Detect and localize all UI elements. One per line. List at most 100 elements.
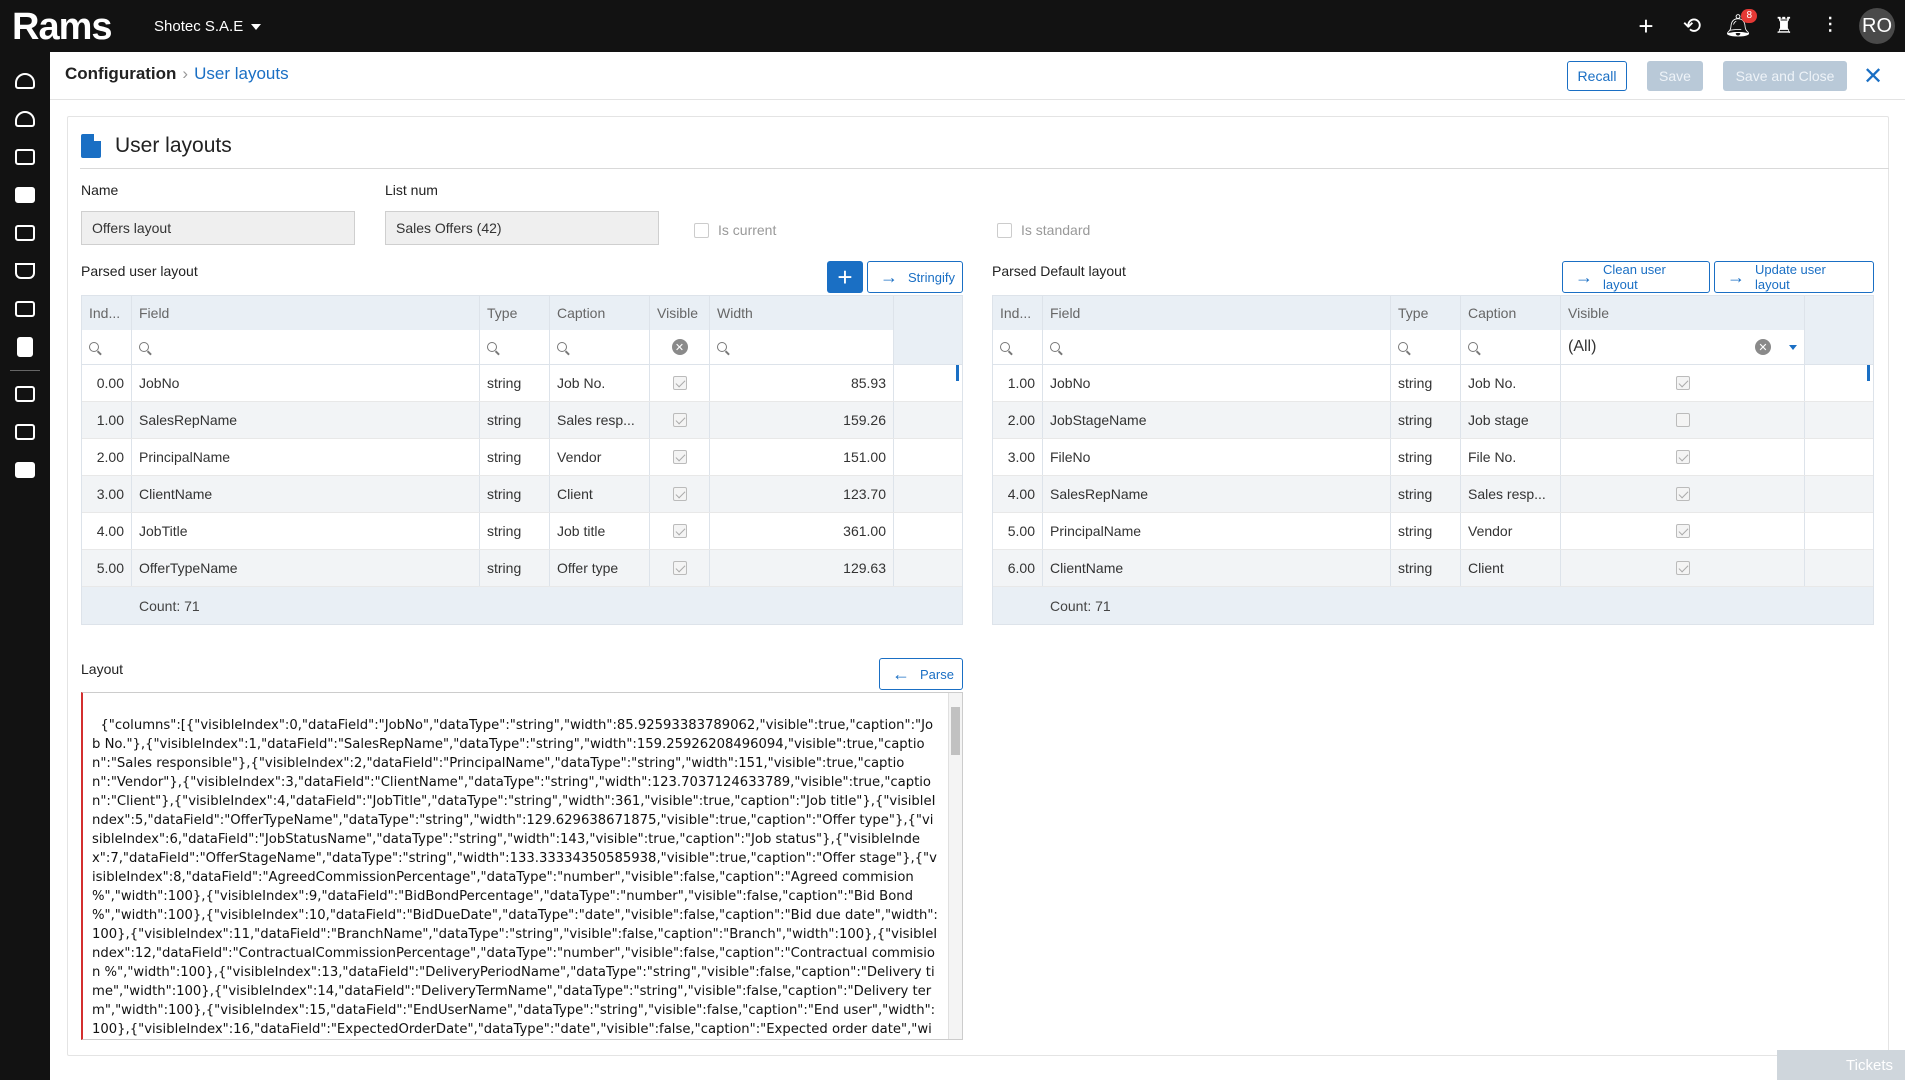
cell-width[interactable]: 361.00 <box>710 513 894 549</box>
cell-width[interactable]: 123.70 <box>710 476 894 512</box>
cell-field[interactable]: PrincipalName <box>1043 513 1391 549</box>
scroll-indicator[interactable] <box>1867 365 1870 381</box>
column-header-caption[interactable]: Caption <box>550 296 650 330</box>
cell-field[interactable]: ClientName <box>132 476 480 512</box>
visible-checkbox[interactable] <box>672 413 687 427</box>
cell-caption[interactable]: File No. <box>1461 439 1561 475</box>
column-header-visible[interactable]: Visible <box>1561 296 1805 330</box>
table-row[interactable]: 5.00 OfferTypeName string Offer type 129.63 <box>82 550 962 587</box>
cell-index[interactable]: 4.00 <box>82 513 132 549</box>
invoice-icon[interactable] <box>0 328 50 366</box>
parse-button[interactable]: ← Parse <box>879 658 963 690</box>
copy-icon[interactable] <box>0 290 50 328</box>
add-icon[interactable]: + <box>1623 0 1669 52</box>
filter-field[interactable] <box>132 330 480 364</box>
visible-checkbox[interactable] <box>672 450 687 464</box>
table-row[interactable]: 6.00 ClientName string Client <box>993 550 1873 587</box>
column-header-index[interactable]: Ind... <box>82 296 132 330</box>
cell-width[interactable]: 151.00 <box>710 439 894 475</box>
cell-index[interactable]: 2.00 <box>82 439 132 475</box>
is-standard-checkbox[interactable] <box>997 222 1012 238</box>
cell-field[interactable]: PrincipalName <box>132 439 480 475</box>
table-row[interactable]: 5.00 PrincipalName string Vendor <box>993 513 1873 550</box>
layers-icon[interactable] <box>0 214 50 252</box>
name-field[interactable]: Offers layout <box>81 211 355 245</box>
cell-field[interactable]: OfferTypeName <box>132 550 480 586</box>
filter-caption[interactable] <box>550 330 650 364</box>
cell-caption[interactable]: Vendor <box>550 439 650 475</box>
cell-type[interactable]: string <box>1391 476 1461 512</box>
clear-filter-icon[interactable]: ✕ <box>1755 339 1771 355</box>
filter-visible[interactable]: ✕ <box>650 330 710 364</box>
settings-sliders-icon[interactable]: ⫶ <box>1807 0 1853 52</box>
cell-type[interactable]: string <box>480 402 550 438</box>
cell-field[interactable]: FileNo <box>1043 439 1391 475</box>
update-user-layout-button[interactable]: → Update user layout <box>1714 261 1874 293</box>
visible-checkbox[interactable] <box>1675 413 1690 427</box>
cell-index[interactable]: 5.00 <box>993 513 1043 549</box>
scroll-indicator[interactable] <box>956 365 959 381</box>
cell-field[interactable]: SalesRepName <box>1043 476 1391 512</box>
filter-type[interactable] <box>1391 330 1461 364</box>
table-row[interactable]: 3.00 FileNo string File No. <box>993 439 1873 476</box>
add-row-button[interactable]: + <box>827 261 863 293</box>
filter-width[interactable] <box>710 330 894 364</box>
gauge-icon[interactable] <box>0 100 50 138</box>
filter-field[interactable] <box>1043 330 1391 364</box>
stringify-button[interactable]: → Stringify <box>867 261 963 293</box>
visible-checkbox[interactable] <box>1675 450 1690 464</box>
save-button[interactable]: Save <box>1647 61 1703 91</box>
cell-index[interactable]: 1.00 <box>82 402 132 438</box>
clear-filter-icon[interactable]: ✕ <box>671 339 688 355</box>
tickets-button[interactable]: Tickets <box>1777 1050 1905 1080</box>
cell-caption[interactable]: Vendor <box>1461 513 1561 549</box>
cell-index[interactable]: 3.00 <box>993 439 1043 475</box>
table-row[interactable]: 0.00 JobNo string Job No. 85.93 <box>82 365 962 402</box>
visible-checkbox[interactable] <box>1675 487 1690 501</box>
cell-width[interactable]: 85.93 <box>710 365 894 401</box>
cell-index[interactable]: 5.00 <box>82 550 132 586</box>
list-num-field[interactable]: Sales Offers (42) <box>385 211 659 245</box>
cell-index[interactable]: 6.00 <box>993 550 1043 586</box>
cell-caption[interactable]: Sales resp... <box>550 402 650 438</box>
scrollbar-thumb[interactable] <box>951 707 960 755</box>
cell-type[interactable]: string <box>480 550 550 586</box>
filter-type[interactable] <box>480 330 550 364</box>
clean-user-layout-button[interactable]: → Clean user layout <box>1562 261 1710 293</box>
cell-caption[interactable]: Offer type <box>550 550 650 586</box>
cell-field[interactable]: JobStageName <box>1043 402 1391 438</box>
table-row[interactable]: 3.00 ClientName string Client 123.70 <box>82 476 962 513</box>
cart-icon[interactable] <box>0 252 50 290</box>
cell-type[interactable]: string <box>480 513 550 549</box>
table-row[interactable]: 1.00 JobNo string Job No. <box>993 365 1873 402</box>
visible-checkbox[interactable] <box>672 487 687 501</box>
cell-caption[interactable]: Client <box>1461 550 1561 586</box>
report-settings-icon[interactable] <box>0 413 50 451</box>
column-header-field[interactable]: Field <box>132 296 480 330</box>
cell-index[interactable]: 1.00 <box>993 365 1043 401</box>
visible-checkbox[interactable] <box>1675 561 1690 575</box>
bell-icon[interactable]: 🔔︎ 8 <box>1715 0 1761 52</box>
checklist-icon[interactable] <box>0 375 50 413</box>
cell-type[interactable]: string <box>1391 439 1461 475</box>
grid-layout-icon[interactable] <box>0 451 50 489</box>
cell-type[interactable]: string <box>1391 550 1461 586</box>
cell-field[interactable]: JobNo <box>132 365 480 401</box>
cell-caption[interactable]: Job No. <box>1461 365 1561 401</box>
castle-icon[interactable]: ♜ <box>1761 0 1807 52</box>
cell-type[interactable]: string <box>1391 513 1461 549</box>
cell-index[interactable]: 3.00 <box>82 476 132 512</box>
cell-caption[interactable]: Job No. <box>550 365 650 401</box>
filter-index[interactable] <box>993 330 1043 364</box>
visible-checkbox[interactable] <box>1675 524 1690 538</box>
filter-caption[interactable] <box>1461 330 1561 364</box>
table-row[interactable]: 2.00 JobStageName string Job stage <box>993 402 1873 439</box>
cell-width[interactable]: 159.26 <box>710 402 894 438</box>
cell-caption[interactable]: Client <box>550 476 650 512</box>
cell-field[interactable]: JobNo <box>1043 365 1391 401</box>
app-logo[interactable]: Rams <box>12 6 112 49</box>
recall-button[interactable]: Recall <box>1567 61 1627 91</box>
breadcrumb-current[interactable]: User layouts <box>194 64 288 83</box>
table-row[interactable]: 2.00 PrincipalName string Vendor 151.00 <box>82 439 962 476</box>
column-header-visible[interactable]: Visible <box>650 296 710 330</box>
